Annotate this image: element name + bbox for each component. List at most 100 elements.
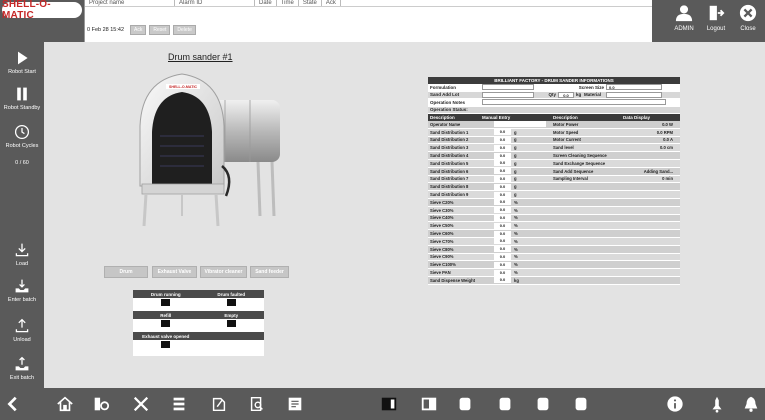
operation-status-row: Operation Status:: [428, 106, 680, 114]
tools-icon[interactable]: [132, 395, 150, 413]
robot-standby-button[interactable]: Robot Standby: [0, 86, 44, 111]
search-doc-icon[interactable]: [248, 395, 266, 413]
drum-button[interactable]: Drum: [104, 266, 148, 278]
formulation-row: Formulation Screen Size 0.0: [428, 84, 680, 92]
panel-active-icon[interactable]: [380, 395, 398, 413]
row-data-description: Sand Add Sequence: [553, 168, 594, 174]
sand-feeder-button[interactable]: Sand feeder: [250, 266, 289, 278]
info-row: Sand Distribution 6 0.0 g Sand Add Sequence…: [428, 167, 680, 176]
row-unit: %: [514, 262, 518, 268]
enter-batch-button[interactable]: Enter batch: [0, 278, 44, 303]
info-row: Sieve C40% 0.0%: [428, 214, 680, 223]
row-description: Sieve PAN: [430, 270, 451, 276]
drum-running-label: Drum running: [150, 291, 181, 297]
alarm-table[interactable]: Project name Alarm ID Date Time State Ac…: [84, 0, 652, 42]
ack-button[interactable]: Ack: [130, 25, 147, 35]
load-button[interactable]: Load: [0, 242, 44, 267]
row-manual-entry[interactable]: [494, 121, 546, 128]
row-description: Sieve C50%: [430, 223, 454, 229]
home-icon[interactable]: [56, 395, 74, 413]
reset-button[interactable]: Reset: [149, 25, 171, 35]
row-manual-entry[interactable]: 0.0: [494, 214, 511, 221]
row-unit: g: [514, 192, 517, 198]
row-data-description: Screen Cleaning Sequence: [553, 153, 607, 159]
row-manual-entry[interactable]: 0.0: [494, 269, 511, 276]
info-row: Sieve C100% 0.0%: [428, 261, 680, 270]
row-description: Sand Dispense Weight: [430, 277, 476, 283]
row-data-display: 0.0 A: [663, 137, 673, 143]
row-data-description: Motor Speed: [553, 129, 579, 135]
material-field[interactable]: [606, 91, 662, 98]
exhaust-valve-button[interactable]: Exhaust Valve: [152, 266, 197, 278]
vibrator-cleaner-button[interactable]: Vibrator cleaner: [200, 266, 247, 278]
drum-2-icon[interactable]: [496, 395, 514, 413]
row-data-description: Motor Current: [553, 137, 581, 143]
row-manual-entry[interactable]: 0.0: [494, 253, 511, 260]
row-manual-entry[interactable]: 0.0: [494, 175, 511, 182]
screen-size-field[interactable]: 0.0: [606, 84, 662, 91]
back-icon[interactable]: [4, 395, 22, 413]
status-head-2: Refill Empty: [133, 311, 264, 319]
sand-add-lot-label: Sand Add Lot: [430, 92, 460, 98]
info-row: Sand Distribution 5 0.0 g Sand Exchange Seq…: [428, 159, 680, 168]
row-description: Sand Distribution 7: [430, 176, 469, 182]
exit-batch-button[interactable]: Exit batch: [0, 356, 44, 381]
row-manual-entry[interactable]: 0.0: [494, 183, 511, 190]
unload-button[interactable]: Unload: [0, 318, 44, 343]
row-manual-entry[interactable]: 0.0: [494, 238, 511, 245]
row-manual-entry[interactable]: 0.0: [494, 129, 511, 136]
row-manual-entry[interactable]: 0.0: [494, 207, 511, 214]
sand-add-lot-field[interactable]: [482, 91, 534, 98]
panel-icon[interactable]: [420, 395, 438, 413]
settings-icon[interactable]: [92, 395, 110, 413]
operation-notes-field[interactable]: [482, 99, 666, 106]
qty-field[interactable]: 0.0: [558, 91, 574, 98]
info-row: Sieve C50% 0.0%: [428, 222, 680, 231]
row-manual-entry[interactable]: 0.0: [494, 152, 511, 159]
row-manual-entry[interactable]: 0.0: [494, 246, 511, 253]
row-manual-entry[interactable]: 0.0: [494, 144, 511, 151]
row-manual-entry[interactable]: 0.0: [494, 199, 511, 206]
row-manual-entry[interactable]: 0.0: [494, 230, 511, 237]
row-manual-entry[interactable]: 0.0: [494, 261, 511, 268]
drum-4-icon[interactable]: [572, 395, 590, 413]
info-row: Sand Distribution 7 0.0 g Sampling Interval…: [428, 175, 680, 184]
row-description: Sieve C40%: [430, 215, 454, 221]
drum-faulted-indicator: [226, 299, 236, 306]
row-unit: %: [514, 207, 518, 213]
status-body-1: [133, 298, 264, 307]
row-data-display: 0.0 W: [662, 121, 673, 127]
info-row: Sieve PAN 0.0%: [428, 269, 680, 277]
drum-running-indicator: [161, 299, 171, 306]
play-icon: [18, 51, 28, 65]
row-description: Sand Distribution 9: [430, 192, 469, 198]
edit-icon[interactable]: [210, 395, 228, 413]
drum-1-icon[interactable]: [456, 395, 474, 413]
report-icon[interactable]: [286, 395, 304, 413]
row-manual-entry[interactable]: 0.0: [494, 222, 511, 229]
robot-cycles-button[interactable]: Robot Cycles: [0, 124, 44, 149]
info-icon[interactable]: [666, 395, 684, 413]
cycle-counter: 0 / 60: [0, 160, 44, 166]
alarm-icon[interactable]: [708, 395, 726, 413]
formulation-field[interactable]: [482, 84, 534, 91]
material-label: Material: [584, 92, 602, 98]
drum-3-icon[interactable]: [534, 395, 552, 413]
list-icon[interactable]: [170, 395, 188, 413]
row-manual-entry[interactable]: 0.0: [494, 136, 511, 143]
row-manual-entry[interactable]: 0.0: [494, 277, 511, 284]
row-unit: g: [514, 153, 517, 159]
alarm-col-id: Alarm ID: [175, 0, 255, 6]
row-manual-entry[interactable]: 0.0: [494, 191, 511, 198]
info-row: Sand Distribution 3 0.0 g Sand level 0.0 cm: [428, 144, 680, 153]
delete-button[interactable]: Delete: [173, 25, 196, 35]
bell-icon[interactable]: [742, 395, 760, 413]
row-manual-entry[interactable]: 0.0: [494, 160, 511, 167]
close-button[interactable]: Close: [728, 4, 765, 38]
info-row: Sand Distribution 8 0.0 g: [428, 183, 680, 192]
qty-label: Qty: [548, 92, 556, 98]
row-description: Sieve C90%: [430, 254, 454, 260]
robot-start-button[interactable]: Robot Start: [0, 50, 44, 75]
row-unit: g: [514, 160, 517, 166]
row-manual-entry[interactable]: 0.0: [494, 168, 511, 175]
